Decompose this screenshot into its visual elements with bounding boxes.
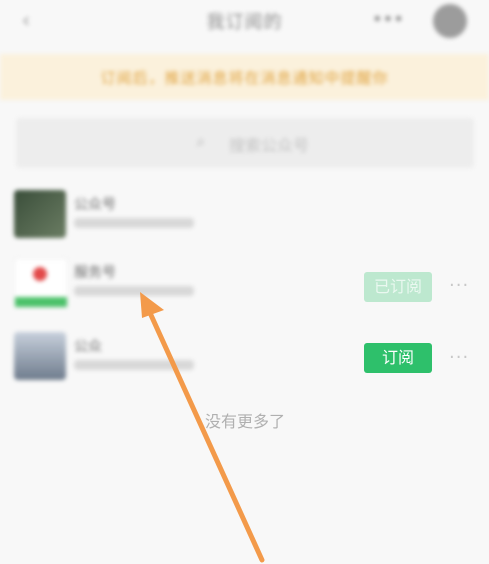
more-options-icon[interactable]: ••• — [372, 10, 404, 30]
subscribe-button[interactable]: 订阅 — [364, 343, 432, 373]
account-name: 公众号 — [74, 197, 116, 213]
account-desc — [74, 286, 194, 296]
account-name: 公众 — [74, 339, 102, 355]
more-options-icon[interactable]: ··· — [449, 348, 479, 368]
notice-banner-text: 订阅后，推送消息将在消息通知中提醒你 — [100, 69, 389, 87]
account-name: 服务号 — [74, 265, 116, 281]
more-options-icon[interactable]: ··· — [449, 276, 479, 296]
account-thumbnail — [14, 190, 66, 238]
list-item[interactable]: 公众号 — [0, 186, 489, 250]
avatar-icon[interactable] — [433, 4, 467, 38]
search-icon: ⌕ — [196, 132, 206, 152]
subscribed-button[interactable]: 已订阅 — [364, 272, 432, 302]
account-desc — [74, 360, 194, 370]
notice-banner: 订阅后，推送消息将在消息通知中提醒你 — [0, 54, 489, 100]
account-desc — [74, 218, 194, 228]
no-more-text: 没有更多了 — [205, 412, 286, 431]
search-placeholder: 搜索公众号 — [229, 136, 310, 155]
page-title: 我订阅的 — [206, 12, 283, 33]
search-input[interactable]: ⌕ 搜索公众号 — [16, 118, 474, 168]
account-thumbnail — [14, 258, 68, 308]
list-item[interactable]: 公众 订阅 ··· — [0, 328, 489, 392]
account-thumbnail — [14, 332, 66, 380]
list-item[interactable]: 服务号 已订阅 ··· — [0, 254, 489, 318]
top-bar: ‹ 我订阅的 ••• — [0, 0, 489, 44]
